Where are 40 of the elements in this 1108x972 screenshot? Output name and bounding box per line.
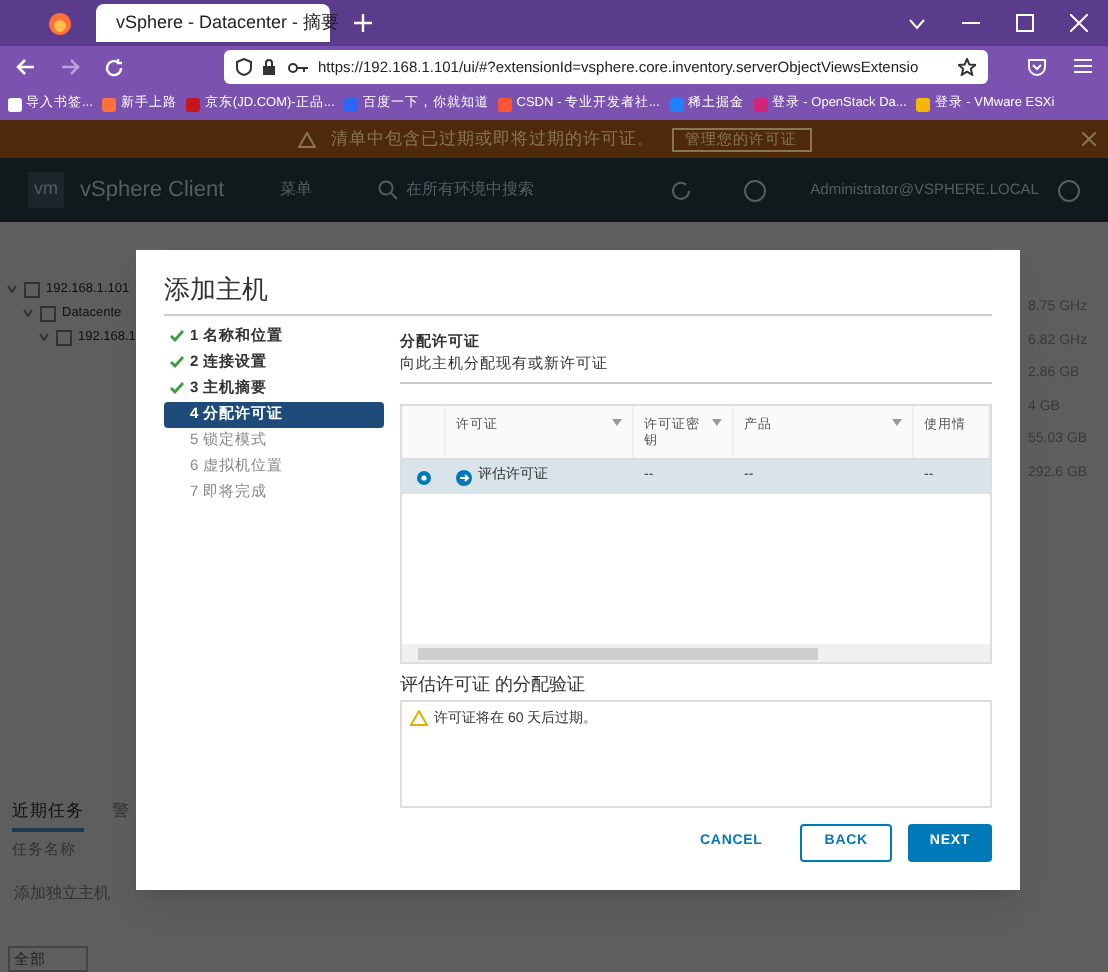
star-icon bbox=[958, 58, 976, 76]
menu-icon bbox=[1074, 58, 1092, 74]
bookmark-icon bbox=[8, 97, 22, 111]
key-icon bbox=[288, 61, 308, 73]
search-icon bbox=[378, 180, 399, 200]
reload-icon bbox=[104, 57, 124, 77]
browser-logo-icon bbox=[48, 11, 72, 35]
maximize-icon bbox=[1016, 14, 1034, 32]
bookmark-icon bbox=[753, 97, 768, 111]
bookmark-icon bbox=[916, 97, 931, 111]
close-icon bbox=[1070, 14, 1088, 32]
refresh-icon bbox=[670, 179, 693, 201]
tab-title: vSphere - Datacenter - 摘要 bbox=[116, 9, 340, 36]
dialog-title: 添加主机 bbox=[164, 270, 992, 315]
warning-icon bbox=[297, 131, 315, 147]
warning-icon bbox=[410, 709, 428, 725]
product-name: vSphere Client bbox=[80, 175, 225, 206]
filter-icon bbox=[612, 418, 622, 428]
shield-icon bbox=[236, 58, 252, 76]
arrow-circle-icon bbox=[456, 469, 472, 485]
chevron-down-icon bbox=[908, 17, 926, 29]
horizontal-scrollbar[interactable] bbox=[402, 644, 990, 662]
bookmark-icon bbox=[344, 97, 359, 111]
bookmark-icon bbox=[102, 97, 117, 111]
validation-title: 评估许可证 的分配验证 bbox=[400, 672, 588, 698]
radio-button[interactable] bbox=[416, 469, 432, 485]
pocket-icon bbox=[1028, 58, 1046, 76]
close-icon bbox=[1082, 132, 1096, 146]
filter-icon bbox=[712, 418, 722, 428]
forward-arrow-icon bbox=[60, 58, 80, 76]
bookmark-icon bbox=[186, 97, 201, 111]
vm-logo: vm bbox=[28, 172, 64, 208]
bookmark-icon bbox=[498, 97, 513, 111]
back-arrow-icon bbox=[16, 58, 36, 76]
bookmark-icon bbox=[669, 97, 684, 111]
new-tab-icon bbox=[354, 14, 372, 32]
lock-icon bbox=[262, 58, 278, 76]
tab[interactable]: 近期任务 bbox=[12, 798, 84, 832]
banner-message: 清单中包含已过期或即将过期的许可证。 bbox=[331, 126, 655, 152]
filter-icon bbox=[892, 418, 902, 428]
